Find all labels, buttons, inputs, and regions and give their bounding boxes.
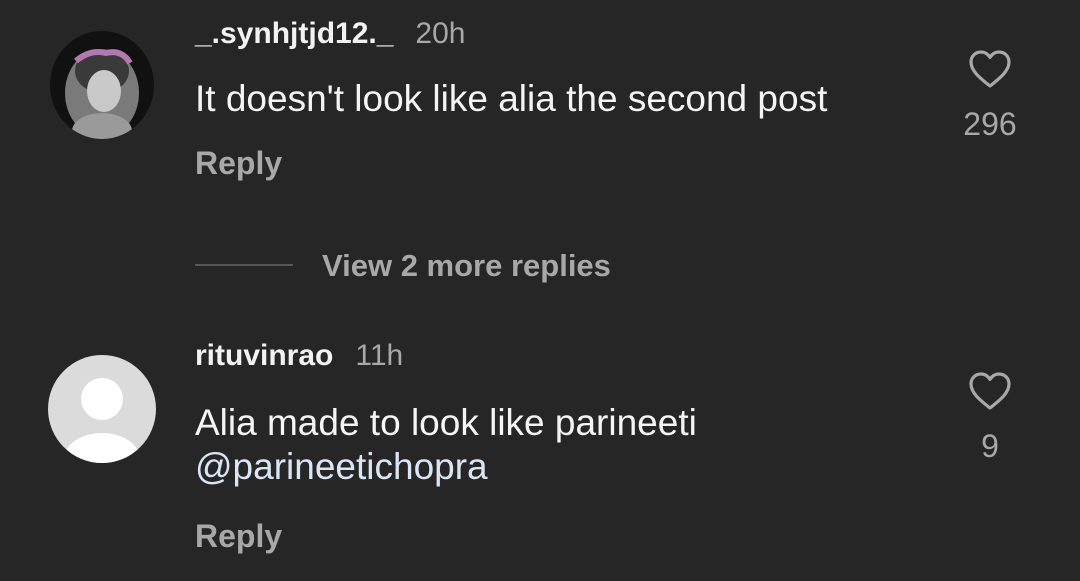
avatar[interactable] xyxy=(50,31,154,139)
comment-header: rituvinrao 11h xyxy=(195,339,403,373)
comment-text: Alia made to look like parineeti @parine… xyxy=(195,401,697,489)
timestamp: 20h xyxy=(415,17,466,50)
comment-text: It doesn't look like alia the second pos… xyxy=(195,78,828,119)
like-count: 296 xyxy=(963,106,1017,142)
username[interactable]: _.synhjtjd12._ xyxy=(195,17,393,51)
profile-photo xyxy=(50,31,154,139)
replies-divider xyxy=(195,264,293,266)
comment-text-line: Alia made to look like parineeti xyxy=(195,402,697,443)
reply-button[interactable]: Reply xyxy=(195,518,282,555)
heart-icon[interactable] xyxy=(966,367,1014,415)
reply-button[interactable]: Reply xyxy=(195,145,282,182)
avatar[interactable] xyxy=(48,355,156,463)
username[interactable]: rituvinrao xyxy=(195,339,333,373)
like-count: 9 xyxy=(981,428,999,464)
timestamp: 11h xyxy=(355,339,404,372)
default-avatar-icon xyxy=(48,355,156,463)
comment-header: _.synhjtjd12._ 20h xyxy=(195,17,465,51)
heart-icon[interactable] xyxy=(966,45,1014,93)
view-more-replies-button[interactable]: View 2 more replies xyxy=(322,248,611,284)
mention-link[interactable]: @parineetichopra xyxy=(195,445,697,489)
